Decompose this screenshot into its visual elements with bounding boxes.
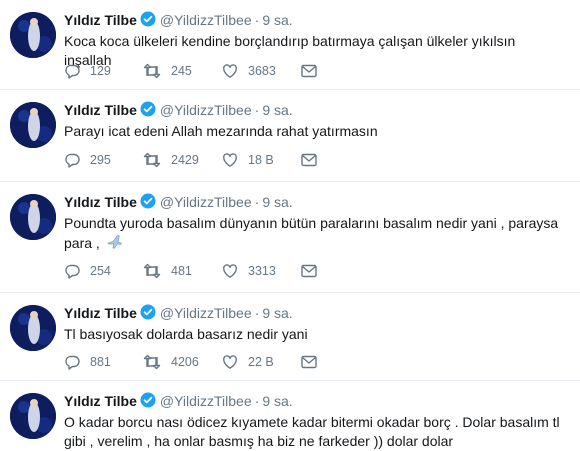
verified-badge-icon: [140, 101, 156, 117]
direct-message-button[interactable]: [301, 64, 317, 78]
heart-icon: [223, 153, 237, 167]
reply-count: 295: [90, 153, 111, 167]
retweet-button[interactable]: 2429: [143, 152, 222, 168]
tweet-actions: 254 481 3313: [64, 261, 317, 281]
retweet-button[interactable]: 4206: [143, 354, 222, 370]
retweet-icon: [143, 152, 161, 168]
reply-button[interactable]: 295: [64, 152, 143, 168]
tweet-time[interactable]: 9 sa.: [262, 393, 292, 409]
author-handle[interactable]: @YildizzTilbee: [160, 194, 252, 210]
tweet-text: O kadar borcu nası ödicez kıyamete kadar…: [64, 414, 560, 449]
retweet-count: 2429: [171, 153, 199, 167]
author-name[interactable]: Yıldız Tilbe: [64, 194, 137, 210]
verified-badge-icon: [140, 392, 156, 408]
tweet-actions: 881 4206 22 B: [64, 352, 317, 372]
tweet-2[interactable]: Yıldız Tilbe @YildizzTilbee · 9 sa. Parayı …: [0, 90, 580, 182]
tweet-1[interactable]: Yıldız Tilbe @YildizzTilbee · 9 sa. Koca ko…: [0, 0, 580, 90]
reply-button[interactable]: 881: [64, 354, 143, 370]
author-handle[interactable]: @YildizzTilbee: [160, 305, 252, 321]
separator-dot: ·: [254, 12, 260, 28]
author-handle[interactable]: @YildizzTilbee: [160, 393, 252, 409]
avatar[interactable]: [10, 393, 56, 439]
tweet-time[interactable]: 9 sa.: [262, 102, 292, 118]
retweet-icon: [143, 354, 161, 370]
envelope-icon: [301, 355, 317, 369]
tweet-time[interactable]: 9 sa.: [262, 12, 292, 28]
reply-icon: [65, 264, 80, 279]
tweet-header: Yıldız Tilbe @YildizzTilbee · 9 sa.: [64, 392, 293, 409]
separator-dot: ·: [254, 102, 260, 118]
retweet-count: 4206: [171, 355, 199, 369]
retweet-button[interactable]: 245: [143, 63, 222, 79]
avatar[interactable]: [10, 305, 56, 351]
retweet-icon: [143, 63, 161, 79]
airplane-emoji-icon: [107, 235, 122, 249]
reply-count: 254: [90, 264, 111, 278]
reply-count: 129: [90, 64, 111, 78]
like-count: 18 B: [248, 153, 274, 167]
tweet-actions: 129 245 3683: [64, 61, 317, 81]
author-name[interactable]: Yıldız Tilbe: [64, 305, 137, 321]
direct-message-button[interactable]: [301, 355, 317, 369]
envelope-icon: [301, 64, 317, 78]
heart-icon: [223, 64, 237, 78]
like-count: 3683: [248, 64, 276, 78]
author-handle[interactable]: @YildizzTilbee: [160, 12, 252, 28]
tweet-header: Yıldız Tilbe @YildizzTilbee · 9 sa.: [64, 304, 293, 321]
reply-button[interactable]: 254: [64, 263, 143, 279]
tweet-5[interactable]: Yıldız Tilbe @YildizzTilbee · 9 sa. O kadar…: [0, 381, 580, 451]
verified-badge-icon: [140, 193, 156, 209]
verified-badge-icon: [140, 11, 156, 27]
tweet-3[interactable]: Yıldız Tilbe @YildizzTilbee · 9 sa. Poundta…: [0, 182, 580, 293]
like-button[interactable]: 22 B: [222, 354, 301, 370]
like-button[interactable]: 3683: [222, 63, 301, 79]
direct-message-button[interactable]: [301, 153, 317, 167]
like-count: 22 B: [248, 355, 274, 369]
reply-icon: [65, 64, 80, 79]
author-name[interactable]: Yıldız Tilbe: [64, 393, 137, 409]
author-name[interactable]: Yıldız Tilbe: [64, 12, 137, 28]
reply-count: 881: [90, 355, 111, 369]
direct-message-button[interactable]: [301, 264, 317, 278]
tweet-time[interactable]: 9 sa.: [262, 305, 292, 321]
heart-icon: [223, 355, 237, 369]
tweet-actions: 295 2429 18 B: [64, 150, 317, 170]
tweet-text: Tl basıyosak dolarda basarız nedir yani: [64, 326, 308, 342]
retweet-button[interactable]: 481: [143, 263, 222, 279]
retweet-icon: [143, 263, 161, 279]
verified-badge-icon: [140, 304, 156, 320]
separator-dot: ·: [254, 305, 260, 321]
tweet-text: Poundta yuroda basalım dünyanın bütün pa…: [64, 215, 559, 251]
author-handle[interactable]: @YildizzTilbee: [160, 102, 252, 118]
avatar[interactable]: [10, 102, 56, 148]
tweet-header: Yıldız Tilbe @YildizzTilbee · 9 sa.: [64, 101, 293, 118]
like-count: 3313: [248, 264, 276, 278]
like-button[interactable]: 18 B: [222, 152, 301, 168]
reply-icon: [65, 153, 80, 168]
separator-dot: ·: [254, 393, 260, 409]
avatar[interactable]: [10, 194, 56, 240]
tweet-header: Yıldız Tilbe @YildizzTilbee · 9 sa.: [64, 193, 293, 210]
tweet-header: Yıldız Tilbe @YildizzTilbee · 9 sa.: [64, 11, 293, 28]
tweet-text: Parayı icat edeni Allah mezarında rahat …: [64, 123, 378, 139]
heart-icon: [223, 264, 237, 278]
reply-button[interactable]: 129: [64, 63, 143, 79]
tweet-time[interactable]: 9 sa.: [262, 194, 292, 210]
tweet-feed: Yıldız Tilbe @YildizzTilbee · 9 sa. Koca ko…: [0, 0, 580, 451]
author-name[interactable]: Yıldız Tilbe: [64, 102, 137, 118]
retweet-count: 245: [171, 64, 192, 78]
avatar[interactable]: [10, 12, 56, 58]
envelope-icon: [301, 264, 317, 278]
retweet-count: 481: [171, 264, 192, 278]
tweet-4[interactable]: Yıldız Tilbe @YildizzTilbee · 9 sa. Tl bası…: [0, 293, 580, 381]
reply-icon: [65, 355, 80, 370]
like-button[interactable]: 3313: [222, 263, 301, 279]
envelope-icon: [301, 153, 317, 167]
separator-dot: ·: [254, 194, 260, 210]
tweet-text-block: Poundta yuroda basalım dünyanın bütün pa…: [64, 214, 564, 253]
